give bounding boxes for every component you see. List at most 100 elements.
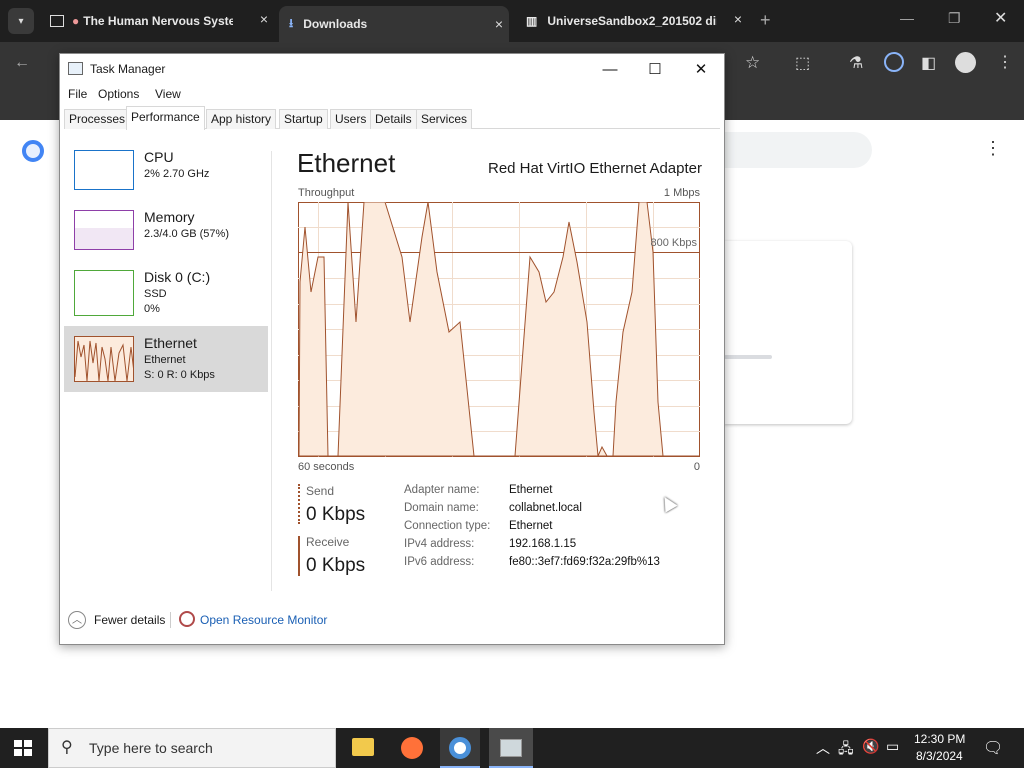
- bank-icon: ▥: [526, 14, 538, 28]
- tab-services[interactable]: Services: [416, 109, 473, 129]
- new-tab-button[interactable]: +: [760, 10, 771, 31]
- star-icon[interactable]: ☆: [745, 53, 760, 73]
- resource-ethernet[interactable]: Ethernet Ethernet S: 0 R: 0 Kbps: [64, 326, 268, 392]
- notification-icon[interactable]: 🗨: [983, 738, 1003, 758]
- tab-bar: Processes Performance App history Startu…: [64, 106, 720, 130]
- clock-date[interactable]: 8/3/2024: [916, 749, 963, 763]
- tab-details[interactable]: Details: [370, 109, 417, 129]
- tab-processes[interactable]: Processes: [64, 109, 131, 129]
- detail-value: Ethernet: [509, 520, 553, 532]
- resource-name: Memory: [144, 209, 195, 225]
- chrome-taskbar-button[interactable]: [440, 728, 480, 768]
- open-resource-monitor-link[interactable]: Open Resource Monitor: [200, 613, 327, 627]
- resource-cpu[interactable]: CPU 2% 2.70 GHz: [64, 140, 268, 206]
- resource-usage: 0%: [144, 303, 160, 315]
- tab-search-button[interactable]: ▾: [8, 8, 34, 34]
- graph-svg: [298, 201, 700, 458]
- footer-separator: [170, 612, 171, 628]
- side-panel-icon[interactable]: ◧: [921, 53, 936, 73]
- progress-bar: [724, 355, 772, 359]
- tab-universe-sandbox[interactable]: ▥ UniverseSandbox2_201502 dir ×: [518, 7, 748, 35]
- minimize-button[interactable]: —: [587, 54, 633, 84]
- detail-key: Domain name:: [404, 502, 479, 514]
- chrome-icon: [449, 737, 471, 759]
- extensions-icon[interactable]: ⬚: [795, 53, 810, 73]
- clock-time[interactable]: 12:30 PM: [914, 732, 965, 746]
- maximize-button[interactable]: ☐: [632, 54, 678, 84]
- menu-file[interactable]: File: [68, 87, 87, 101]
- resource-detail: SSD: [144, 288, 167, 300]
- taskbar-search[interactable]: ⚲ Type here to search: [48, 728, 336, 768]
- profile-avatar[interactable]: [955, 52, 976, 73]
- menu-view[interactable]: View: [155, 87, 181, 101]
- network-icon[interactable]: 🖧: [838, 738, 854, 762]
- close-icon[interactable]: ×: [734, 11, 742, 27]
- receive-label: Receive: [306, 535, 350, 549]
- max-scale-label: 1 Mbps: [663, 187, 700, 199]
- downloads-search[interactable]: [700, 132, 872, 168]
- display-icon[interactable]: ▭: [886, 738, 899, 755]
- resource-name: CPU: [144, 149, 174, 165]
- mid-scale-label: 800 Kbps: [650, 237, 697, 249]
- close-icon[interactable]: ×: [260, 11, 268, 27]
- volume-muted-icon[interactable]: 🔇: [862, 738, 879, 755]
- back-icon[interactable]: ←: [14, 54, 30, 72]
- zero-label: 0: [693, 461, 700, 473]
- firefox-icon[interactable]: [401, 737, 423, 759]
- download-icon: ⭳: [289, 15, 294, 30]
- file-explorer-icon[interactable]: [352, 738, 374, 756]
- restore-icon[interactable]: ❐: [948, 10, 961, 27]
- menu-bar: File Options View: [60, 84, 724, 106]
- chevron-up-icon[interactable]: ︿: [68, 611, 86, 629]
- window-title: Task Manager: [90, 62, 166, 76]
- menu-kebab-icon[interactable]: ⋮: [997, 52, 1013, 72]
- flask-icon[interactable]: ⚗: [849, 53, 863, 73]
- chrome-tabstrip: ▾ ● The Human Nervous System × ⭳ Downloa…: [0, 0, 1024, 42]
- disk-thumbnail: [74, 270, 134, 316]
- tab-app-history[interactable]: App history: [206, 109, 277, 129]
- close-button[interactable]: ✕: [678, 54, 724, 84]
- menu-options[interactable]: Options: [98, 87, 139, 101]
- tab-startup[interactable]: Startup: [279, 109, 328, 129]
- search-placeholder: Type here to search: [89, 740, 213, 756]
- detail-value: Ethernet: [509, 484, 553, 496]
- download-card: [724, 241, 852, 424]
- taskbar: ⚲ Type here to search ︿ 🖧 🔇 ▭ 12:30 PM 8…: [0, 728, 1024, 768]
- send-label: Send: [306, 484, 335, 498]
- close-icon[interactable]: ×: [495, 16, 503, 32]
- time-span-label: 60 seconds: [298, 461, 355, 473]
- resource-detail: Ethernet: [144, 354, 186, 366]
- resource-usage: S: 0 R: 0 Kbps: [144, 369, 215, 381]
- task-manager-window: Task Manager — ☐ ✕ File Options View Pro…: [59, 53, 725, 645]
- send-value: 0 Kbps: [306, 504, 366, 525]
- timer-icon[interactable]: [884, 52, 904, 72]
- resource-disk[interactable]: Disk 0 (C:) SSD 0%: [64, 260, 268, 326]
- throughput-graph: 800 Kbps: [298, 201, 700, 458]
- resource-memory[interactable]: Memory 2.3/4.0 GB (57%): [64, 200, 268, 266]
- fewer-details-link[interactable]: Fewer details: [94, 613, 165, 627]
- task-manager-icon: [68, 62, 83, 75]
- detail-key: IPv4 address:: [404, 538, 475, 550]
- detail-value: 192.168.1.15: [509, 538, 577, 550]
- task-manager-icon: [500, 739, 522, 757]
- detail-value: fe80::3ef7:fd69:f32a:29fb%13: [509, 556, 660, 568]
- tab-nervous-system[interactable]: ● The Human Nervous System ×: [44, 7, 274, 35]
- search-icon: ⚲: [61, 739, 73, 756]
- title-bar[interactable]: Task Manager — ☐ ✕: [60, 54, 724, 84]
- task-manager-taskbar-button[interactable]: [489, 728, 533, 768]
- tab-performance[interactable]: Performance: [126, 106, 205, 130]
- footer: ︿ Fewer details Open Resource Monitor: [60, 610, 724, 634]
- adapter-name: Red Hat VirtIO Ethernet Adapter: [487, 160, 702, 177]
- windows-start-icon[interactable]: [14, 740, 32, 756]
- tab-downloads[interactable]: ⭳ Downloads ×: [279, 6, 509, 42]
- tray-chevron-icon[interactable]: ︿: [816, 738, 830, 758]
- detail-key: IPv6 address:: [404, 556, 475, 568]
- tab-users[interactable]: Users: [330, 109, 372, 129]
- page-menu-icon[interactable]: ⋮: [984, 138, 1002, 159]
- page-icon: [50, 15, 64, 27]
- send-indicator: [298, 484, 300, 524]
- minimize-icon[interactable]: —: [900, 10, 914, 26]
- close-window-icon[interactable]: ✕: [994, 8, 1007, 28]
- chrome-logo-icon: [22, 140, 44, 162]
- tab-label: UniverseSandbox2_201502 dir: [547, 14, 718, 28]
